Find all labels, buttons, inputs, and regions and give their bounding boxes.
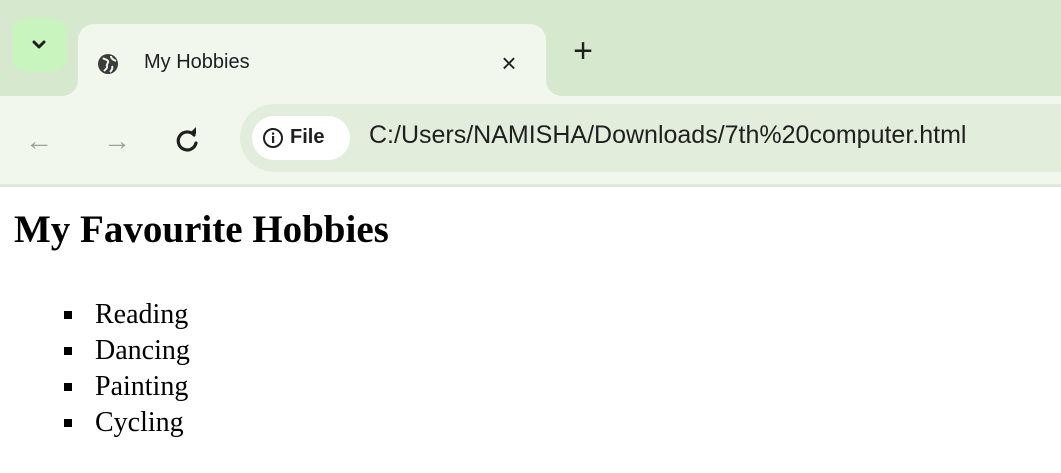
- tab-close-button[interactable]: ×: [496, 50, 522, 76]
- hobby-label: Painting: [95, 371, 189, 402]
- hobby-label: Reading: [95, 299, 189, 330]
- bullet-icon: [64, 311, 72, 319]
- back-button[interactable]: ←: [24, 124, 54, 158]
- bullet-icon: [64, 383, 72, 391]
- bullet-icon: [64, 347, 72, 355]
- bullet-icon: [64, 419, 72, 427]
- hobby-label: Dancing: [95, 335, 190, 366]
- page-content: My Favourite Hobbies Reading Dancing Pai…: [0, 187, 1061, 473]
- url-text[interactable]: C:/Users/NAMISHA/Downloads/7th%20compute…: [369, 121, 966, 150]
- site-info-label: File: [290, 126, 325, 148]
- info-icon: [263, 128, 283, 148]
- new-tab-button[interactable]: +: [566, 34, 600, 70]
- page-heading: My Favourite Hobbies: [14, 208, 389, 251]
- reload-button[interactable]: [170, 124, 204, 158]
- site-info-chip[interactable]: File: [252, 116, 350, 160]
- tab-title: My Hobbies: [144, 51, 250, 73]
- globe-icon: [98, 54, 118, 74]
- tab-strip: My Hobbies × +: [0, 0, 1061, 96]
- active-tab[interactable]: My Hobbies ×: [78, 24, 546, 96]
- forward-button[interactable]: →: [102, 124, 132, 158]
- tab-search-button[interactable]: [12, 18, 66, 72]
- chevron-down-icon: [32, 40, 46, 49]
- hobby-label: Cycling: [95, 407, 184, 438]
